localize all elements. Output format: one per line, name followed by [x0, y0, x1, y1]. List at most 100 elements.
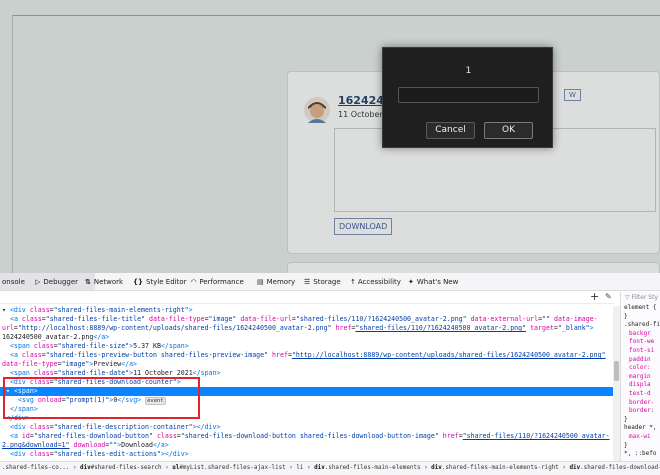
breadcrumb-item[interactable]: ul#myList.shared-files-ajax-list: [172, 465, 286, 471]
markup-token: class: [33, 342, 54, 350]
style-rule-line: *, ::befo: [624, 450, 657, 458]
breadcrumb-item[interactable]: div.shared-files-main-elements-right: [431, 465, 559, 471]
style-editor-icon: {}: [133, 278, 143, 286]
network-icon: ⇅: [85, 278, 91, 286]
markup-line[interactable]: <div class="shared-files-edit-actions"><…: [0, 450, 614, 459]
tab-performance[interactable]: ◠ Performance: [191, 278, 244, 286]
markup-token: <div: [10, 423, 30, 431]
prompt-input[interactable]: [398, 87, 539, 103]
markup-token: >: [188, 306, 193, 314]
storage-icon: ☰: [304, 278, 311, 286]
markup-token: </span>: [160, 342, 189, 350]
markup-token: Preview: [93, 360, 122, 368]
chevron-right-icon: ›: [303, 465, 315, 471]
markup-line[interactable]: <a class="shared-files-preview-button sh…: [0, 351, 614, 360]
add-node-icon[interactable]: +: [590, 290, 599, 303]
markup-token: data-file-url: [240, 315, 292, 323]
style-rule-line: displa: [629, 381, 651, 389]
tab-memory[interactable]: ▤ Memory: [257, 278, 295, 286]
markup-line[interactable]: <div class="shared-file-description-cont…: [0, 423, 614, 432]
markup-token: <span: [10, 369, 34, 377]
chevron-right-icon: ›: [69, 465, 81, 471]
markup-token: data-image-: [553, 315, 598, 323]
markup-token[interactable]: "http://localhost:8889/wp-content/upload…: [292, 351, 606, 359]
markup-token: "shared-files-preview-button shared-file…: [45, 351, 273, 359]
markup-token: </a>: [152, 441, 169, 449]
style-rule-line: text-d: [629, 390, 651, 397]
markup-line[interactable]: 2.png&download=1" download="">Download</…: [0, 441, 614, 450]
markup-token: ></div>: [160, 450, 189, 458]
markup-token: class: [33, 369, 54, 377]
markup-token: id: [21, 432, 30, 440]
markup-token: class: [29, 306, 50, 314]
scrollbar-thumb[interactable]: [614, 361, 619, 381]
chevron-right-icon: ›: [558, 465, 570, 471]
markup-token: Download: [121, 441, 153, 449]
markup-line[interactable]: ▾ <div class="shared-files-main-elements…: [0, 306, 614, 315]
markup-line[interactable]: <span class="shared-file-size">5.37 KB</…: [0, 342, 614, 351]
markup-token: download: [73, 441, 106, 449]
markup-line[interactable]: data-file-type="image">Preview</a>: [0, 360, 614, 369]
markup-token: </a>: [93, 333, 110, 341]
markup-token: href: [335, 324, 352, 332]
tab-whats-new[interactable]: ✦ What's New: [408, 278, 458, 286]
tab-style-editor[interactable]: {} Style Editor: [133, 278, 187, 286]
devtools-panel: onsole ▷ Debugger ⇅ Network {} Style Editor…: [0, 273, 660, 475]
markup-token: "": [109, 441, 118, 449]
cancel-button[interactable]: Cancel: [426, 122, 475, 139]
tab-debugger[interactable]: ▷ Debugger: [35, 278, 78, 286]
style-rule-line: backgr: [629, 329, 651, 337]
markup-token: class: [21, 315, 42, 323]
markup-token: "shared-files-edit-actions": [53, 450, 161, 458]
inspector-toolbar: + ✎: [0, 290, 614, 304]
markup-token: "": [542, 315, 554, 323]
markup-token: <span: [10, 342, 34, 350]
markup-token: href: [442, 432, 459, 440]
breadcrumb-item[interactable]: div.shared-files-download-counter: [570, 465, 660, 471]
style-rule-line: }: [624, 441, 628, 449]
eyedropper-icon[interactable]: ✎: [605, 292, 612, 301]
style-rule-line: element {: [624, 304, 657, 311]
markup-line[interactable]: <a id="shared-files-download-button" cla…: [0, 432, 614, 441]
ok-button[interactable]: OK: [484, 122, 533, 139]
markup-scrollbar[interactable]: [613, 306, 620, 461]
markup-line[interactable]: 1624240500_avatar-2.png</a>: [0, 333, 614, 342]
tab-accessibility[interactable]: ☨ Accessibility: [351, 278, 401, 286]
modal-backdrop: [0, 0, 660, 273]
markup-token[interactable]: "shared-files/110/?1624240500_avatar-: [463, 432, 610, 440]
style-rule-line: max-wi: [629, 433, 651, 440]
markup-token: data-external-url: [470, 315, 539, 323]
chevron-right-icon: ›: [420, 465, 432, 471]
style-rule-line: header *,: [624, 424, 657, 432]
markup-token: data-file-type: [2, 360, 58, 368]
style-rule-line: }: [624, 312, 628, 320]
markup-token[interactable]: "shared-files/110/?1624240500_avatar-2.p…: [355, 324, 526, 332]
tab-network[interactable]: ⇅ Network: [85, 278, 123, 286]
markup-token: class: [21, 351, 42, 359]
markup-token: "image": [208, 315, 241, 323]
markup-token: </span>: [192, 369, 221, 377]
markup-token: data-file-type: [148, 315, 205, 323]
breadcrumb-item[interactable]: div#shared-files-search: [80, 465, 162, 471]
markup-token: href: [272, 351, 288, 359]
markup-token: <a: [10, 315, 22, 323]
style-rule-line: border-: [629, 398, 655, 406]
markup-token: "shared-files-file-title": [45, 315, 149, 323]
tab-storage[interactable]: ☰ Storage: [304, 278, 341, 286]
styles-filter-input[interactable]: ▽ Filter Sty: [625, 294, 658, 303]
devtools-tabbar: onsole ▷ Debugger ⇅ Network {} Style Editor…: [0, 273, 660, 291]
prompt-dialog: 1 Cancel OK: [382, 47, 553, 148]
markup-line[interactable]: <a class="shared-files-file-title" data-…: [0, 315, 614, 324]
breadcrumb: .shared-files-co... › div#shared-files-s…: [0, 461, 660, 475]
breadcrumb-item[interactable]: div.shared-files-main-elements: [314, 465, 420, 471]
breadcrumb-item[interactable]: .shared-files-co...: [2, 465, 69, 471]
markup-token: 11 October 2021: [133, 369, 193, 377]
markup-line[interactable]: url="http://localhost:8889/wp-content/up…: [0, 324, 614, 333]
markup-token: <a: [10, 351, 22, 359]
style-rule-line: border:: [629, 407, 655, 415]
markup-token: <a: [10, 432, 22, 440]
markup-token[interactable]: 2.png&download=1": [2, 441, 70, 449]
chevron-right-icon: ›: [161, 465, 173, 471]
expand-toggle-icon[interactable]: ▾: [2, 306, 10, 314]
markup-token: >: [589, 324, 594, 332]
